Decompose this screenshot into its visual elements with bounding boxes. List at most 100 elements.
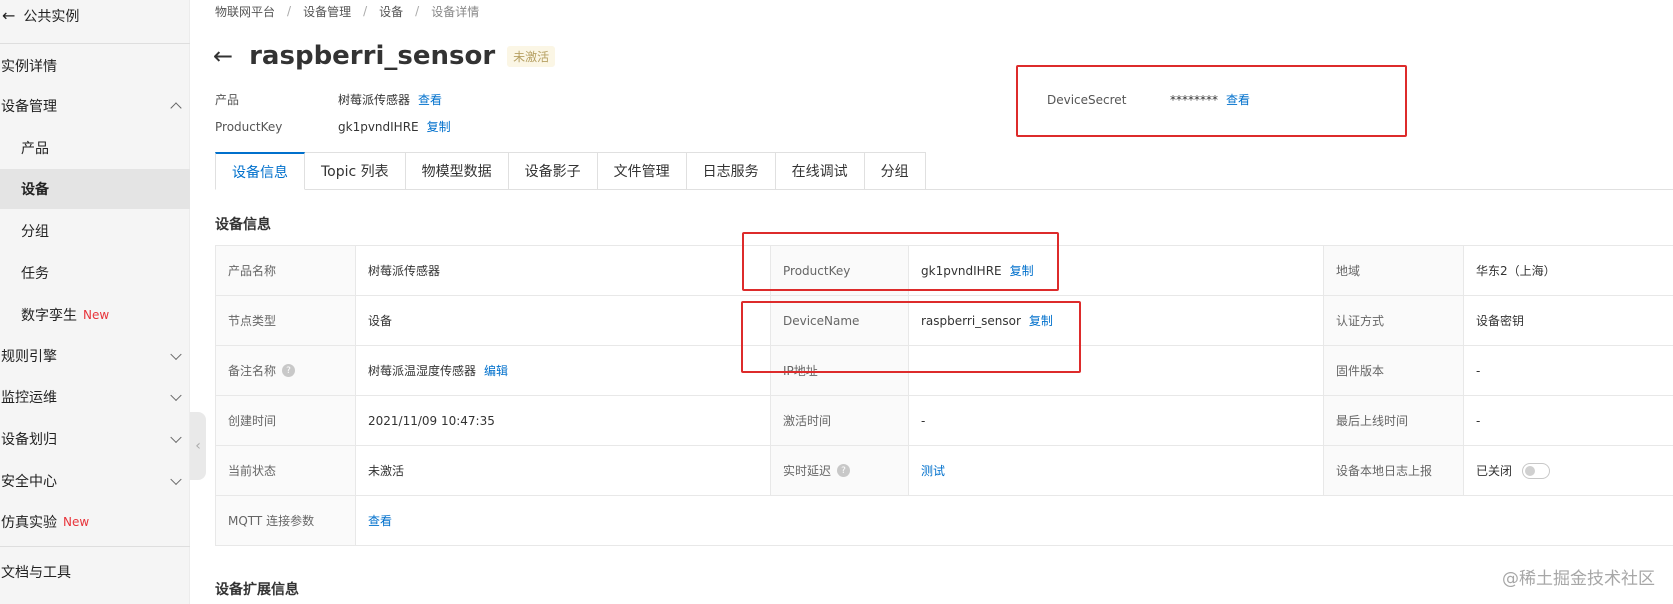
section-title-device-info: 设备信息	[215, 217, 271, 233]
field-value: 树莓派传感器	[356, 246, 771, 295]
sidebar-item-label: 任务	[21, 266, 49, 282]
sidebar-item-monitoring[interactable]: 监控运维	[0, 377, 190, 417]
field-label: 地域	[1324, 246, 1464, 295]
local-log-toggle[interactable]	[1522, 462, 1551, 479]
sidebar-item-rule-engine[interactable]: 规则引擎	[0, 336, 190, 376]
sidebar-item-product[interactable]: 产品	[0, 128, 190, 168]
sidebar-item-docs-tools[interactable]: 文档与工具	[0, 552, 190, 592]
sidebar-item-group[interactable]: 分组	[0, 211, 190, 251]
sidebar-item-label: 设备管理	[1, 99, 57, 115]
field-label-cell: 实时延迟?	[771, 446, 909, 495]
field-value-cell: 测试	[909, 446, 1324, 495]
back-arrow-icon[interactable]: ←	[213, 44, 233, 68]
field-value: 设备	[356, 296, 771, 345]
field-value: 华东2（上海）	[1476, 264, 1556, 278]
meta-value: gk1pvndIHRE	[338, 119, 419, 134]
tab-thing-model-data[interactable]: 物模型数据	[405, 152, 509, 190]
field-label: 设备本地日志上报	[1324, 446, 1464, 495]
field-label: ProductKey	[771, 246, 909, 295]
table-row: 产品名称 树莓派传感器 ProductKey gk1pvndIHRE 复制 地域 …	[216, 246, 1673, 296]
field-label: 激活时间	[771, 396, 909, 445]
field-label: IP地址	[771, 346, 909, 395]
table-row: 节点类型 设备 DeviceName raspberri_sensor 复制 认证…	[216, 296, 1673, 346]
field-value: -	[1476, 413, 1481, 428]
tab-device-info[interactable]: 设备信息	[215, 152, 305, 190]
breadcrumb-item[interactable]: 设备	[379, 3, 403, 20]
sidebar-item-simulation[interactable]: 仿真实验 New	[0, 502, 190, 542]
view-product-link[interactable]: 查看	[418, 91, 442, 108]
field-label-cell: 备注名称?	[216, 346, 356, 395]
sidebar: ← 公共实例 实例详情 设备管理 产品 设备 分组 任务 数字孪生 New 规则引…	[0, 0, 190, 604]
chevron-down-icon	[170, 431, 182, 444]
copy-productkey-link[interactable]: 复制	[1010, 262, 1034, 279]
copy-productkey-link[interactable]: 复制	[427, 118, 451, 135]
title-row: ← raspberri_sensor 未激活	[213, 38, 556, 74]
sidebar-item-label: 分组	[21, 224, 49, 240]
field-value: gk1pvndIHRE	[921, 263, 1002, 278]
tab-group[interactable]: 分组	[864, 152, 926, 190]
edit-alias-link[interactable]: 编辑	[484, 362, 508, 379]
sidebar-item-security-center[interactable]: 安全中心	[0, 461, 190, 501]
device-info-table: 产品名称 树莓派传感器 ProductKey gk1pvndIHRE 复制 地域 …	[215, 245, 1673, 546]
field-label: 创建时间	[216, 396, 356, 445]
chevron-down-icon	[170, 389, 182, 402]
table-row: MQTT 连接参数 查看	[216, 496, 1673, 546]
tab-topic-list[interactable]: Topic 列表	[305, 152, 406, 190]
breadcrumb-separator: /	[363, 4, 368, 18]
sidebar-item-device[interactable]: 设备	[0, 169, 190, 209]
back-to-instances-button[interactable]: ← 公共实例	[2, 4, 79, 28]
sidebar-item-instance-detail[interactable]: 实例详情	[0, 46, 190, 86]
chevron-down-icon	[170, 473, 182, 486]
field-label: 实时延迟	[783, 464, 832, 478]
chevron-down-icon	[170, 348, 182, 361]
help-icon[interactable]: ?	[837, 464, 851, 477]
view-mqtt-params-link[interactable]: 查看	[368, 512, 392, 529]
field-label: MQTT 连接参数	[216, 496, 356, 545]
page-title: raspberri_sensor	[249, 41, 496, 71]
help-icon[interactable]: ?	[282, 364, 296, 377]
view-devicesecret-link[interactable]: 查看	[1226, 91, 1250, 108]
field-label: 节点类型	[216, 296, 356, 345]
breadcrumb-separator: /	[415, 4, 420, 18]
test-latency-link[interactable]: 测试	[921, 462, 945, 479]
tab-online-debug[interactable]: 在线调试	[775, 152, 865, 190]
tab-log-service[interactable]: 日志服务	[686, 152, 776, 190]
meta-productkey: ProductKey gk1pvndIHRE 复制	[215, 118, 451, 135]
field-label: 最后上线时间	[1324, 396, 1464, 445]
breadcrumb-current: 设备详情	[431, 4, 480, 19]
breadcrumb-item[interactable]: 物联网平台	[215, 3, 275, 20]
sidebar-item-device-management[interactable]: 设备管理	[0, 86, 190, 126]
breadcrumb-item[interactable]: 设备管理	[303, 3, 351, 20]
field-value: 已关闭	[1476, 464, 1513, 478]
field-label: 固件版本	[1324, 346, 1464, 395]
chevron-up-icon	[170, 102, 182, 114]
sidebar-item-label: 数字孪生	[21, 308, 77, 324]
tab-device-shadow[interactable]: 设备影子	[508, 152, 598, 190]
sidebar-item-device-assignment[interactable]: 设备划归	[0, 419, 190, 459]
field-label: DeviceName	[771, 296, 909, 345]
sidebar-collapse-handle[interactable]: ‹	[190, 412, 206, 480]
back-label: 公共实例	[23, 9, 80, 25]
tab-file-management[interactable]: 文件管理	[597, 152, 687, 190]
status-badge: 未激活	[507, 45, 556, 67]
meta-value: 树莓派传感器	[338, 93, 411, 107]
field-label: 当前状态	[216, 446, 356, 495]
field-value	[909, 346, 1324, 395]
sidebar-item-task[interactable]: 任务	[0, 253, 190, 293]
sidebar-item-label: 规则引擎	[1, 349, 57, 365]
meta-label: 产品	[215, 93, 240, 107]
field-value: -	[909, 396, 1324, 445]
meta-product: 产品 树莓派传感器 查看	[215, 91, 442, 108]
table-row: 备注名称? 树莓派温湿度传感器 编辑 IP地址 固件版本 -	[216, 346, 1673, 396]
arrow-left-icon: ←	[2, 6, 16, 25]
sidebar-item-label: 产品	[21, 141, 49, 157]
sidebar-item-label: 安全中心	[1, 474, 57, 490]
tab-bar: 设备信息 Topic 列表 物模型数据 设备影子 文件管理 日志服务 在线调试 …	[215, 152, 926, 190]
sidebar-item-label: 实例详情	[1, 59, 57, 75]
sidebar-divider	[0, 43, 190, 44]
sidebar-item-digital-twin[interactable]: 数字孪生 New	[0, 295, 190, 335]
field-value-cell: gk1pvndIHRE 复制	[909, 246, 1324, 295]
field-value-cell: raspberri_sensor 复制	[909, 296, 1324, 345]
copy-devicename-link[interactable]: 复制	[1029, 312, 1053, 329]
chevron-left-icon: ‹	[195, 438, 201, 454]
